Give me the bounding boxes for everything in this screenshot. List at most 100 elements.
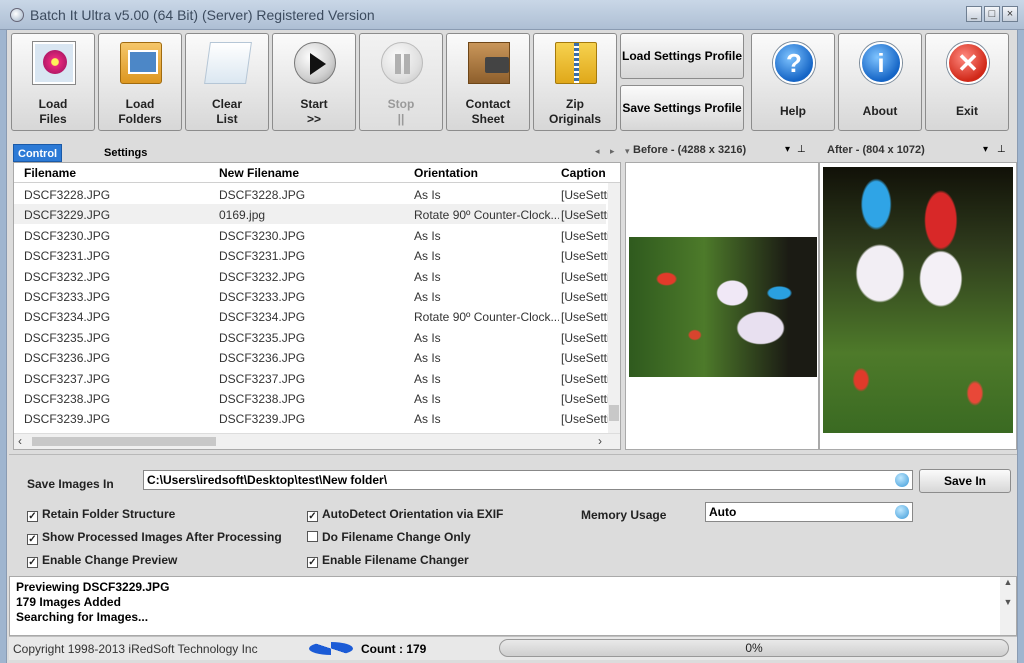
table-row[interactable]: DSCF3229.JPG 0169.jpg Rotate 90º Counter-C…: [14, 204, 611, 225]
grid-horizontal-scrollbar[interactable]: ‹ ›: [14, 433, 620, 449]
table-cell: DSCF3234.JPG: [24, 310, 111, 325]
log-line: Searching for Images...: [16, 610, 149, 624]
table-row[interactable]: DSCF3233.JPG DSCF3233.JPG As Is [UseSettin: [14, 286, 611, 306]
filename-change-only-label: Do Filename Change Only: [322, 530, 471, 544]
table-cell: As Is: [414, 351, 441, 366]
load-settings-profile-button[interactable]: Load Settings Profile: [620, 33, 744, 79]
printer-box-icon: [468, 42, 510, 84]
table-cell: [UseSettin: [561, 269, 611, 284]
table-cell: [UseSettin: [561, 310, 611, 325]
table-row[interactable]: DSCF3239.JPG DSCF3239.JPG As Is [UseSettin: [14, 408, 611, 428]
vertical-scroll-thumb[interactable]: [609, 405, 619, 421]
activity-log[interactable]: Previewing DSCF3229.JPG 179 Images Added…: [9, 576, 1017, 636]
table-row[interactable]: DSCF3237.JPG DSCF3237.JPG As Is [UseSettin: [14, 368, 611, 388]
table-row[interactable]: DSCF3230.JPG DSCF3230.JPG As Is [UseSettin: [14, 225, 611, 245]
clear-sheet-icon: [204, 42, 252, 84]
zip-originals-label: Zip Originals: [548, 97, 601, 126]
tab-settings[interactable]: Settings: [100, 144, 151, 162]
table-cell: [UseSettin: [561, 188, 611, 202]
scroll-right-icon[interactable]: ›: [598, 434, 602, 448]
column-header-new-filename[interactable]: New Filename: [219, 166, 299, 180]
after-pin-icon[interactable]: ⊥: [997, 144, 1006, 155]
table-row[interactable]: DSCF3236.JPG DSCF3236.JPG As Is [UseSettin: [14, 347, 611, 367]
autodetect-orientation-checkbox[interactable]: ✓ AutoDetect Orientation via EXIF: [307, 507, 503, 522]
checkbox-enable-preview[interactable]: ✓: [27, 557, 38, 568]
checkbox-show-processed[interactable]: ✓: [27, 534, 38, 545]
filename-change-only-checkbox[interactable]: Do Filename Change Only: [307, 530, 471, 544]
after-menu-icon[interactable]: ▾: [983, 144, 988, 155]
table-row[interactable]: DSCF3234.JPG DSCF3234.JPG Rotate 90º Count…: [14, 306, 611, 326]
column-header-filename[interactable]: Filename: [24, 166, 76, 180]
maximize-button[interactable]: □: [984, 6, 1000, 22]
clear-list-button[interactable]: Clear List: [185, 33, 269, 131]
load-folders-label: Load Folders: [118, 97, 162, 126]
table-row[interactable]: DSCF3235.JPG DSCF3235.JPG As Is [UseSettin: [14, 327, 611, 347]
table-cell: [UseSettin: [561, 249, 611, 264]
zip-originals-button[interactable]: Zip Originals: [533, 33, 617, 131]
log-line: 179 Images Added: [16, 595, 121, 609]
checkbox-retain-folder[interactable]: ✓: [27, 511, 38, 522]
load-folders-button[interactable]: Load Folders: [98, 33, 182, 131]
after-preview-pane: [819, 162, 1017, 450]
scroll-left-icon[interactable]: ‹: [18, 434, 22, 448]
about-button[interactable]: i About: [838, 33, 922, 131]
table-cell: DSCF3235.JPG: [24, 330, 111, 345]
save-path-dropdown-icon[interactable]: [895, 473, 909, 487]
progress-text: 0%: [745, 641, 763, 655]
window-title: Batch It Ultra v5.00 (64 Bit) (Server) R…: [30, 7, 375, 23]
grid-vertical-scrollbar[interactable]: [608, 183, 620, 433]
enable-filename-changer-checkbox[interactable]: ✓ Enable Filename Changer: [307, 553, 469, 568]
toolbar: Load Files Load Folders Clear List Start…: [9, 33, 1017, 133]
retain-folder-structure-label: Retain Folder Structure: [42, 507, 176, 521]
table-cell: DSCF3232.JPG: [219, 269, 306, 284]
busy-spinner-icon: [309, 642, 353, 655]
checkbox-filename-changer[interactable]: ✓: [307, 557, 318, 568]
start-button[interactable]: Start >>: [272, 33, 356, 131]
help-icon: ?: [773, 42, 815, 84]
checkbox-autodetect[interactable]: ✓: [307, 511, 318, 522]
start-label: Start >>: [300, 97, 328, 126]
show-processed-checkbox[interactable]: ✓ Show Processed Images After Processing: [27, 530, 282, 545]
tab-scroll-arrows[interactable]: ◂ ▸ ▾: [595, 146, 634, 157]
table-cell: As Is: [414, 290, 441, 304]
checkbox-filename-only[interactable]: [307, 531, 318, 542]
load-files-button[interactable]: Load Files: [11, 33, 95, 131]
file-grid[interactable]: Filename New Filename Orientation Captio…: [13, 162, 621, 450]
exit-button[interactable]: ✕ Exit: [925, 33, 1009, 131]
table-cell: [UseSettin: [561, 351, 611, 366]
memory-usage-combo[interactable]: Auto: [705, 502, 913, 522]
retain-folder-structure-checkbox[interactable]: ✓ Retain Folder Structure: [27, 507, 175, 522]
table-row[interactable]: DSCF3238.JPG DSCF3238.JPG As Is [UseSettin: [14, 388, 611, 408]
log-scrollbar[interactable]: ▲ ▼: [1000, 577, 1016, 635]
tab-control-center[interactable]: Control Center: [13, 144, 63, 178]
settings-panel: Save Images In C:\Users\iredsoft\Desktop…: [9, 454, 1017, 576]
table-cell: DSCF3235.JPG: [219, 330, 306, 345]
table-row[interactable]: DSCF3232.JPG DSCF3232.JPG As Is [UseSettin: [14, 266, 611, 286]
close-window-button[interactable]: ×: [1002, 6, 1018, 22]
after-preview-image: [823, 167, 1013, 433]
column-header-orientation[interactable]: Orientation: [414, 166, 478, 180]
table-cell: DSCF3230.JPG: [24, 228, 111, 243]
save-settings-profile-button[interactable]: Save Settings Profile: [620, 85, 744, 131]
before-pin-icon[interactable]: ⊥: [797, 144, 806, 155]
enable-change-preview-checkbox[interactable]: ✓ Enable Change Preview: [27, 553, 177, 568]
table-cell: DSCF3233.JPG: [219, 290, 306, 304]
save-path-combo[interactable]: C:\Users\iredsoft\Desktop\test\New folde…: [143, 470, 913, 490]
table-row[interactable]: DSCF3231.JPG DSCF3231.JPG As Is [UseSettin: [14, 245, 611, 265]
before-menu-icon[interactable]: ▾: [785, 144, 790, 155]
table-cell: DSCF3229.JPG: [24, 208, 111, 223]
stop-button[interactable]: Stop ||: [359, 33, 443, 131]
about-label: About: [862, 104, 898, 118]
minimize-button[interactable]: _: [966, 6, 982, 22]
help-button[interactable]: ? Help: [751, 33, 835, 131]
contact-sheet-button[interactable]: Contact Sheet: [446, 33, 530, 131]
save-in-button[interactable]: Save In: [919, 469, 1011, 493]
play-icon: [294, 42, 336, 84]
clear-list-label: Clear List: [211, 97, 243, 126]
load-files-label: Load Files: [38, 97, 68, 126]
horizontal-scroll-thumb[interactable]: [32, 437, 216, 446]
app-icon[interactable]: [10, 8, 24, 22]
column-header-caption[interactable]: Caption: [561, 166, 606, 180]
table-row[interactable]: DSCF3228.JPG DSCF3228.JPG As Is [UseSettin: [14, 184, 611, 204]
memory-usage-dropdown-icon[interactable]: [895, 505, 909, 519]
